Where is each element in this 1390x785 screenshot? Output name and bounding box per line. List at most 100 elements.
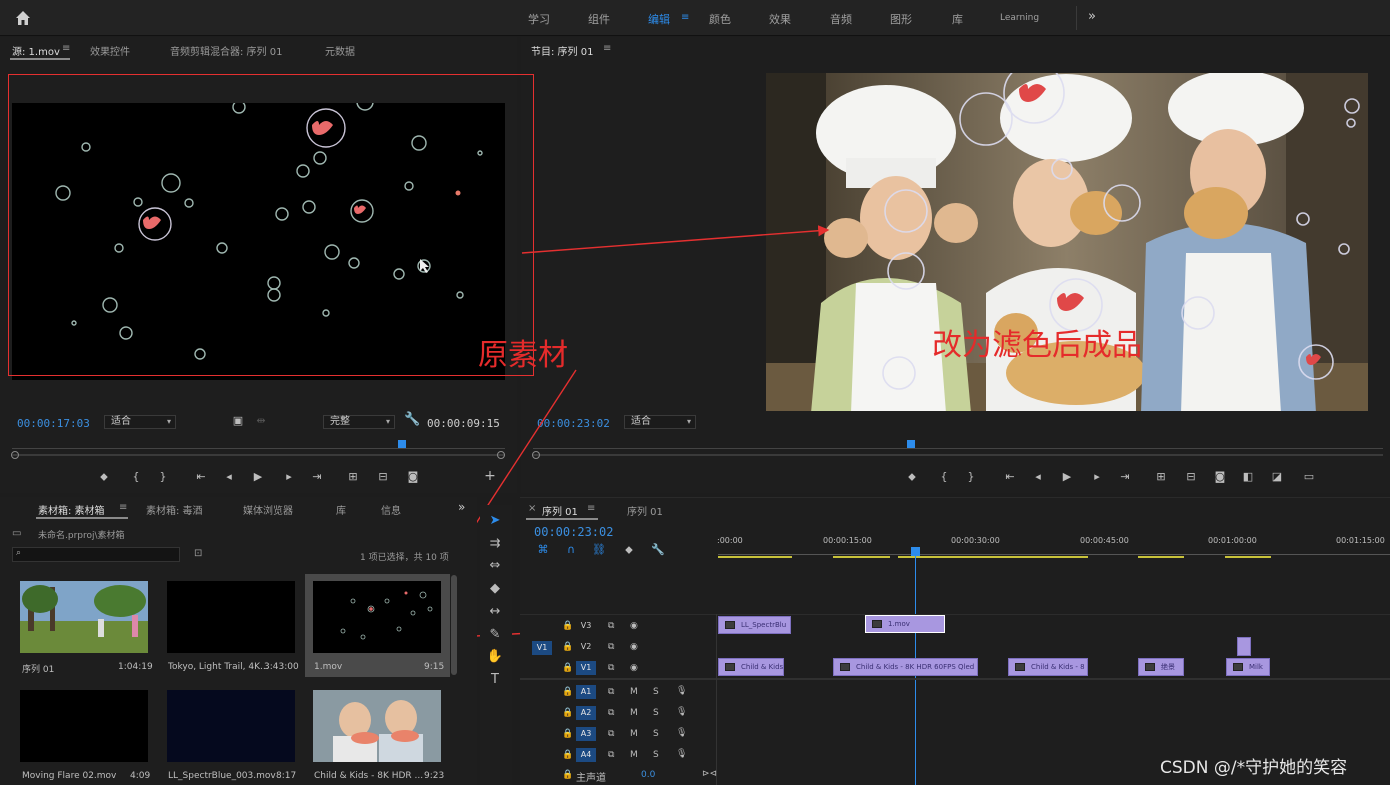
linked-selection-icon[interactable]: ⛓ bbox=[592, 544, 606, 556]
program-time-ruler[interactable] bbox=[533, 448, 1383, 449]
track-a3-label[interactable]: A3 bbox=[576, 727, 596, 741]
home-icon[interactable] bbox=[14, 9, 32, 27]
track-v1-label[interactable]: V1 bbox=[576, 661, 596, 675]
workspace-tab-learning[interactable]: Learning bbox=[1000, 13, 1039, 23]
snap-icon[interactable]: ∩ bbox=[564, 544, 578, 556]
mark-out-icon[interactable]: } bbox=[964, 471, 978, 483]
tab-bin-poison[interactable]: 素材箱: 毒酒 bbox=[146, 502, 203, 517]
mute-button[interactable]: M bbox=[630, 750, 638, 760]
tab-bin-main[interactable]: 素材箱: 素材箱 bbox=[38, 502, 105, 517]
clip-v3-1mov[interactable]: 1.mov bbox=[865, 615, 945, 633]
new-search-bin-icon[interactable]: ⊡ bbox=[194, 548, 202, 559]
lock-icon[interactable]: 🔒 bbox=[562, 687, 573, 697]
settings-square-icon[interactable]: ▣ bbox=[231, 415, 245, 427]
source-time-ruler[interactable] bbox=[12, 448, 505, 449]
insert-icon[interactable]: ⊞ bbox=[346, 471, 360, 483]
zoom-handle-left[interactable] bbox=[532, 451, 540, 459]
source-panel-menu-icon[interactable]: ≡ bbox=[62, 43, 70, 54]
track-a1-label[interactable]: A1 bbox=[576, 685, 596, 699]
workspace-tab-audio[interactable]: 音频 bbox=[830, 11, 852, 27]
extract-icon[interactable]: ⊟ bbox=[1184, 471, 1198, 483]
selection-tool-icon[interactable]: ➤ bbox=[486, 512, 504, 530]
bin-scrollbar[interactable] bbox=[451, 575, 457, 675]
bin-item-tokyo[interactable] bbox=[167, 581, 295, 653]
play-icon[interactable]: ▶ bbox=[1060, 471, 1074, 483]
lock-icon[interactable]: 🔒 bbox=[562, 621, 573, 631]
lift-icon[interactable]: ⊞ bbox=[1154, 471, 1168, 483]
track-a2-label[interactable]: A2 bbox=[576, 706, 596, 720]
bin-item-spectrblue[interactable] bbox=[167, 690, 295, 762]
lock-icon[interactable]: 🔒 bbox=[562, 729, 573, 739]
solo-button[interactable]: S bbox=[653, 750, 659, 760]
bin-search-input[interactable]: ⌕ bbox=[12, 547, 180, 562]
microphone-icon[interactable]: 🎙 bbox=[676, 728, 687, 738]
clip-v1-child-kids-8k[interactable]: Child & Kids - 8K HDR 60FPS Qled bbox=[833, 658, 978, 676]
slip-tool-icon[interactable]: ↔ bbox=[486, 603, 504, 621]
workspace-tab-effects[interactable]: 效果 bbox=[769, 11, 791, 27]
zoom-handle-left[interactable] bbox=[11, 451, 19, 459]
tab-media-browser[interactable]: 媒体浏览器 bbox=[243, 502, 293, 517]
bin-item-child-kids[interactable] bbox=[313, 690, 441, 762]
clip-v1-child-kids[interactable]: Child & Kids bbox=[718, 658, 784, 676]
timeline-playhead-timecode[interactable]: 00:00:23:02 bbox=[534, 525, 613, 539]
tab-libraries[interactable]: 库 bbox=[336, 502, 346, 517]
workspace-tab-learn[interactable]: 学习 bbox=[528, 11, 550, 27]
go-to-end-icon[interactable]: ⊳⊲ bbox=[702, 769, 717, 779]
razor-tool-icon[interactable]: ◆ bbox=[486, 580, 504, 598]
tab-info[interactable]: 信息 bbox=[381, 502, 401, 517]
project-panel-menu-icon[interactable]: ≡ bbox=[119, 502, 127, 513]
source-patch-v1[interactable]: V1 bbox=[532, 641, 552, 655]
mark-out-icon[interactable]: } bbox=[156, 471, 170, 483]
timeline-menu-icon[interactable]: ≡ bbox=[587, 503, 595, 514]
step-forward-icon[interactable]: ▸ bbox=[282, 471, 296, 483]
solo-button[interactable]: S bbox=[653, 708, 659, 718]
step-back-icon[interactable]: ◂ bbox=[1031, 471, 1045, 483]
add-marker-icon[interactable]: ⬥ bbox=[622, 544, 636, 556]
timeline-close-icon[interactable]: × bbox=[528, 503, 536, 514]
eye-icon[interactable]: ◉ bbox=[630, 642, 638, 652]
solo-button[interactable]: S bbox=[653, 729, 659, 739]
program-panel-menu-icon[interactable]: ≡ bbox=[603, 43, 611, 54]
track-v3-label[interactable]: V3 bbox=[576, 619, 596, 633]
playback-quality-dropdown[interactable]: 完整 ▾ bbox=[323, 415, 395, 429]
clip-v3-spectrblue[interactable]: LL_SpectrBlu bbox=[718, 616, 791, 634]
tab-source[interactable]: 源: 1.mov bbox=[12, 43, 60, 58]
solo-button[interactable]: S bbox=[653, 687, 659, 697]
program-playhead-timecode[interactable]: 00:00:23:02 bbox=[537, 417, 610, 430]
sync-lock-icon[interactable]: ⧉ bbox=[608, 729, 614, 739]
bin-item-moving-flare[interactable] bbox=[20, 690, 148, 762]
clip-v1-milk[interactable]: Milk bbox=[1226, 658, 1270, 676]
tab-effect-controls[interactable]: 效果控件 bbox=[90, 43, 130, 58]
multicam-icon[interactable]: ◪ bbox=[1270, 471, 1284, 483]
timeline-playhead-handle[interactable] bbox=[911, 547, 920, 556]
overwrite-icon[interactable]: ⊟ bbox=[376, 471, 390, 483]
timeline-settings-wrench-icon[interactable]: 🔧 bbox=[651, 544, 665, 556]
microphone-icon[interactable]: 🎙 bbox=[676, 749, 687, 759]
timeline-ruler[interactable] bbox=[718, 554, 1390, 555]
track-a4-label[interactable]: A4 bbox=[576, 748, 596, 762]
go-to-out-icon[interactable]: ⇥ bbox=[1118, 471, 1132, 483]
go-to-in-icon[interactable]: ⇤ bbox=[1003, 471, 1017, 483]
tab-sequence-01-b[interactable]: 序列 01 bbox=[627, 503, 663, 518]
mute-button[interactable]: M bbox=[630, 708, 638, 718]
clip-v1-scenery[interactable]: 绝景 bbox=[1138, 658, 1184, 676]
sync-lock-icon[interactable]: ⧉ bbox=[608, 687, 614, 697]
workspace-tab-editing[interactable]: 编辑 bbox=[648, 11, 670, 27]
workspace-tab-graphics[interactable]: 图形 bbox=[890, 11, 912, 27]
sync-lock-icon[interactable]: ⧉ bbox=[608, 708, 614, 718]
sync-lock-icon[interactable]: ⧉ bbox=[608, 621, 614, 631]
source-fit-dropdown[interactable]: 适合 ▾ bbox=[104, 415, 176, 429]
microphone-icon[interactable]: 🎙 bbox=[676, 707, 687, 717]
workspace-menu-icon[interactable]: ≡ bbox=[681, 12, 689, 23]
workspace-tab-assembly[interactable]: 组件 bbox=[588, 11, 610, 27]
camera-icon[interactable]: ◙ bbox=[406, 471, 420, 483]
wrench-icon[interactable]: 🔧 bbox=[404, 413, 420, 426]
microphone-icon[interactable]: 🎙 bbox=[676, 686, 687, 696]
add-button-icon[interactable]: + bbox=[483, 469, 497, 483]
lock-icon[interactable]: 🔒 bbox=[562, 708, 573, 718]
lock-icon[interactable]: 🔒 bbox=[562, 663, 573, 673]
source-zoom-scrollbar[interactable] bbox=[12, 454, 505, 456]
step-back-icon[interactable]: ◂ bbox=[222, 471, 236, 483]
workspace-tab-color[interactable]: 颜色 bbox=[709, 11, 731, 27]
clip-v2[interactable] bbox=[1237, 637, 1251, 656]
